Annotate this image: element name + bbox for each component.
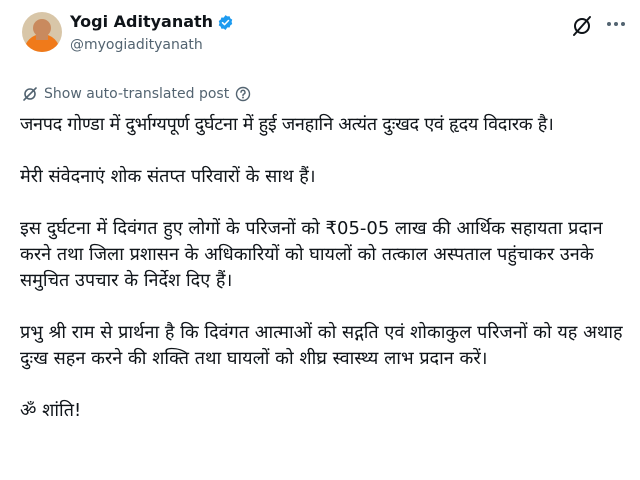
post-text: जनपद गोण्डा में दुर्भाग्यपूर्ण दुर्घटना … <box>20 112 630 450</box>
post-paragraph: इस दुर्घटना में दिवंगत हुए लोगों के परिज… <box>20 218 603 291</box>
author-display-name[interactable]: Yogi Adityanath <box>70 12 213 32</box>
verified-badge-icon <box>217 14 234 31</box>
post-paragraph: प्रभु श्री राम से प्रार्थना है कि दिवंगत… <box>20 322 623 369</box>
post-paragraph: ॐ शांति! <box>20 400 82 421</box>
post-card: Yogi Adityanath @myogiadityanath Show au… <box>0 0 640 480</box>
show-translation-link[interactable]: Show auto-translated post <box>22 86 251 102</box>
translate-globe-icon <box>22 86 38 102</box>
avatar[interactable] <box>22 12 62 52</box>
more-options-icon[interactable] <box>606 18 626 30</box>
author-name-row: Yogi Adityanath <box>70 12 234 32</box>
post-paragraph: जनपद गोण्डा में दुर्भाग्यपूर्ण दुर्घटना … <box>20 114 554 135</box>
translate-label: Show auto-translated post <box>44 86 230 102</box>
post-paragraph: मेरी संवेदनाएं शोक संतप्त परिवारों के सा… <box>20 166 316 187</box>
grok-icon[interactable] <box>570 14 594 38</box>
author-handle[interactable]: @myogiadityanath <box>70 36 203 54</box>
help-circle-icon[interactable] <box>235 86 251 102</box>
